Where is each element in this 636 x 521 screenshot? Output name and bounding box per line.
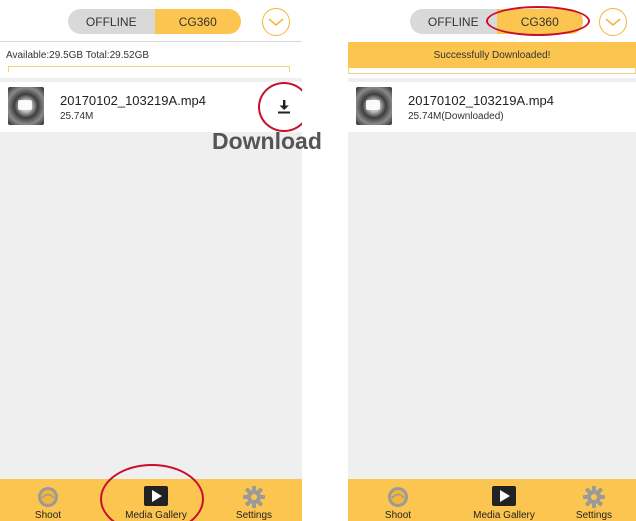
bottom-tabbar: Shoot Media Gallery Settings [348, 479, 636, 521]
video-thumbnail [8, 87, 44, 125]
header: OFFLINE CG360 [348, 0, 636, 42]
gear-icon [243, 486, 265, 508]
play-icon [492, 486, 516, 506]
tab-settings[interactable]: Settings [234, 479, 274, 521]
tab-label: Media Gallery [473, 510, 535, 521]
success-banner: Successfully Downloaded! [348, 42, 636, 68]
tab-media-gallery[interactable]: Media Gallery [473, 479, 535, 521]
gear-icon [583, 486, 605, 508]
download-button[interactable] [273, 96, 295, 118]
shoot-icon [38, 487, 58, 507]
header: OFFLINE CG360 [0, 0, 302, 42]
file-size: 25.74M(Downloaded) [408, 111, 504, 122]
mode-toggle: OFFLINE CG360 [410, 9, 583, 34]
tab-settings[interactable]: Settings [574, 479, 614, 521]
mode-toggle: OFFLINE CG360 [68, 9, 241, 34]
dropdown-button[interactable] [262, 8, 290, 36]
tab-offline[interactable]: OFFLINE [68, 9, 155, 34]
file-name: 20170102_103219A.mp4 [408, 93, 555, 108]
tab-label: Settings [235, 510, 273, 521]
tab-label: Shoot [384, 510, 412, 521]
banner-border [348, 68, 636, 74]
left-screen: OFFLINE CG360 Available:29.5GB Total:29.… [0, 0, 302, 521]
tab-media-gallery[interactable]: Media Gallery [125, 479, 187, 521]
download-annotation: Download [212, 128, 322, 154]
chevron-down-icon [605, 18, 621, 26]
bottom-tabbar: Shoot Media Gallery Settings [0, 479, 302, 521]
divider [0, 41, 302, 42]
tab-label: Shoot [34, 510, 62, 521]
file-size: 25.74M [60, 111, 94, 122]
storage-bar [8, 66, 290, 72]
tab-shoot[interactable]: Shoot [28, 479, 68, 521]
tab-cg360[interactable]: CG360 [496, 9, 583, 34]
chevron-down-icon [268, 18, 284, 26]
file-row[interactable]: 20170102_103219A.mp4 25.74M [0, 82, 302, 132]
play-icon [144, 486, 168, 506]
dropdown-button[interactable] [599, 8, 627, 36]
storage-info: Available:29.5GB Total:29.52GB [6, 50, 150, 61]
shoot-icon [388, 487, 408, 507]
tab-offline[interactable]: OFFLINE [410, 9, 497, 34]
tab-shoot[interactable]: Shoot [378, 479, 418, 521]
right-screen: OFFLINE CG360 Successfully Downloaded! 2… [348, 0, 636, 521]
tab-label: Settings [575, 510, 613, 521]
tab-cg360[interactable]: CG360 [154, 9, 241, 34]
file-row[interactable]: 20170102_103219A.mp4 25.74M(Downloaded) [348, 82, 636, 132]
tab-label: Media Gallery [125, 510, 187, 521]
file-list: 20170102_103219A.mp4 25.74M(Downloaded) [348, 78, 636, 479]
download-icon [278, 100, 290, 114]
file-name: 20170102_103219A.mp4 [60, 93, 207, 108]
video-thumbnail [356, 87, 392, 125]
